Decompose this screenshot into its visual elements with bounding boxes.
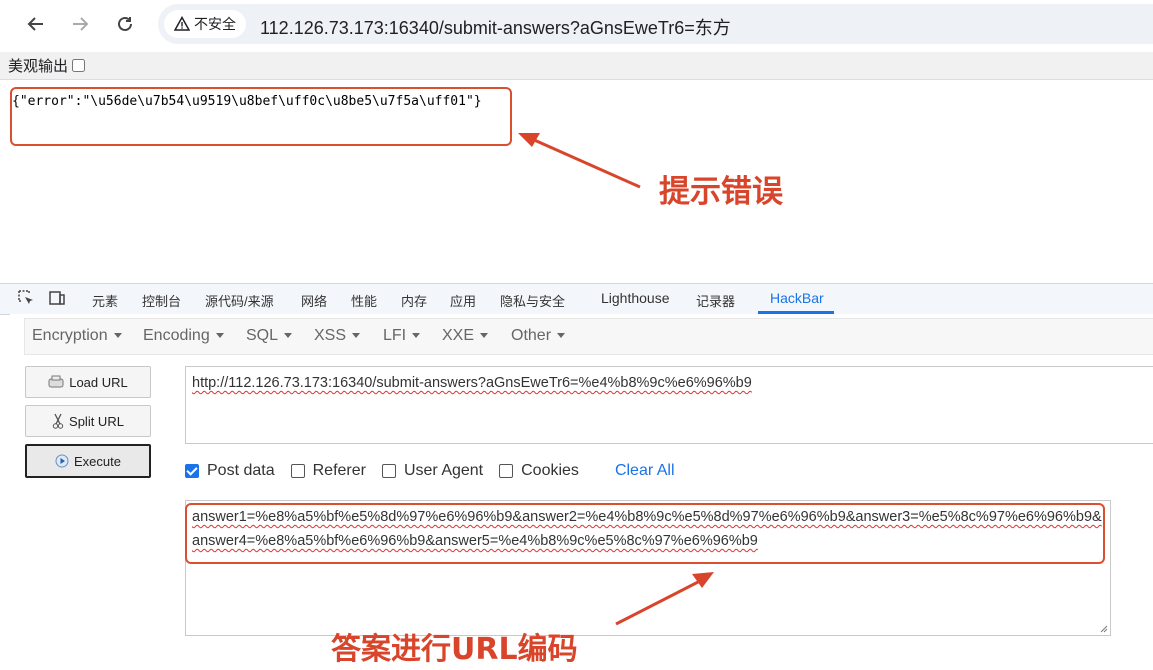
menu-lfi[interactable]: LFI bbox=[383, 327, 420, 345]
load-icon bbox=[48, 375, 64, 388]
referer-label: Referer bbox=[312, 462, 366, 479]
menu-xss[interactable]: XSS bbox=[314, 327, 360, 345]
back-arrow-icon bbox=[27, 17, 43, 31]
tab-privacy-security[interactable]: 隐私与安全 bbox=[500, 291, 565, 310]
url-text: 112.126.73.173:16340/submit-answers?aGns… bbox=[260, 18, 731, 38]
execute-label: Execute bbox=[74, 453, 121, 469]
load-url-button[interactable]: Load URL bbox=[25, 366, 151, 398]
tab-memory[interactable]: 内存 bbox=[401, 291, 427, 310]
menu-encryption[interactable]: Encryption bbox=[32, 327, 122, 345]
highlight-box-post-data bbox=[185, 503, 1105, 564]
forward-button[interactable] bbox=[66, 10, 94, 38]
cookies-label: Cookies bbox=[521, 462, 579, 479]
pretty-print-bar: 美观输出 bbox=[0, 52, 1153, 80]
reload-icon bbox=[118, 16, 132, 31]
tab-recorder[interactable]: 记录器 bbox=[696, 291, 735, 310]
resize-handle-icon[interactable] bbox=[1100, 625, 1108, 633]
annotation-arrow-2 bbox=[615, 572, 714, 626]
tab-application[interactable]: 应用 bbox=[450, 291, 476, 310]
clear-all-button[interactable]: Clear All bbox=[615, 462, 675, 480]
device-toolbar-icon[interactable] bbox=[48, 289, 66, 307]
tab-sources[interactable]: 源代码/来源 bbox=[205, 291, 274, 310]
annotation-error-hint: 提示错误 bbox=[659, 174, 783, 210]
split-url-button[interactable]: Split URL bbox=[25, 405, 151, 437]
browser-toolbar: 不安全 112.126.73.173:16340/submit-answers?… bbox=[0, 0, 1153, 50]
security-label: 不安全 bbox=[194, 16, 236, 32]
hackbar-menu: Encryption Encoding SQL XSS LFI XXE Othe… bbox=[24, 318, 1153, 355]
load-url-label: Load URL bbox=[69, 374, 128, 390]
annotation-encoding-hint: 答案进行URL编码 bbox=[331, 632, 578, 667]
tab-performance[interactable]: 性能 bbox=[351, 291, 377, 310]
reload-button[interactable] bbox=[111, 10, 139, 38]
url-textarea[interactable]: http://112.126.73.173:16340/submit-answe… bbox=[185, 366, 1153, 444]
split-url-label: Split URL bbox=[69, 413, 124, 429]
warning-icon bbox=[174, 16, 190, 31]
url-textarea-value: http://112.126.73.173:16340/submit-answe… bbox=[192, 375, 752, 391]
menu-encoding[interactable]: Encoding bbox=[143, 327, 224, 345]
devtools-tabbar: 元素 控制台 源代码/来源 网络 性能 内存 应用 隐私与安全 Lighthou… bbox=[0, 283, 1153, 315]
referer-toggle[interactable]: Referer bbox=[290, 462, 366, 480]
post-data-label: Post data bbox=[207, 462, 275, 479]
address-bar[interactable]: 不安全 112.126.73.173:16340/submit-answers?… bbox=[158, 4, 1153, 44]
request-options: Post data Referer User Agent Cookies Cle… bbox=[185, 462, 675, 480]
scissors-icon bbox=[52, 413, 64, 429]
annotation-arrow bbox=[518, 133, 641, 189]
user-agent-label: User Agent bbox=[403, 462, 484, 479]
pretty-print-label: 美观输出 bbox=[8, 58, 69, 75]
tab-elements[interactable]: 元素 bbox=[92, 291, 118, 310]
tab-hackbar[interactable]: HackBar bbox=[770, 290, 824, 306]
referer-checkbox[interactable] bbox=[290, 464, 305, 478]
menu-xxe[interactable]: XXE bbox=[442, 327, 488, 345]
cookies-checkbox[interactable] bbox=[499, 464, 514, 478]
play-icon bbox=[55, 454, 69, 468]
menu-other[interactable]: Other bbox=[511, 327, 565, 345]
post-data-toggle[interactable]: Post data bbox=[185, 462, 275, 480]
inspect-element-icon[interactable] bbox=[17, 289, 35, 307]
user-agent-checkbox[interactable] bbox=[381, 464, 396, 478]
post-data-checkbox[interactable] bbox=[185, 464, 199, 478]
menu-sql[interactable]: SQL bbox=[246, 327, 292, 345]
security-indicator[interactable]: 不安全 bbox=[164, 10, 246, 38]
cookies-toggle[interactable]: Cookies bbox=[499, 462, 579, 480]
tab-console[interactable]: 控制台 bbox=[142, 291, 181, 310]
tab-lighthouse[interactable]: Lighthouse bbox=[601, 290, 670, 306]
pretty-print-checkbox[interactable] bbox=[72, 59, 86, 72]
user-agent-toggle[interactable]: User Agent bbox=[381, 462, 484, 480]
execute-button[interactable]: Execute bbox=[25, 444, 151, 478]
back-button[interactable] bbox=[22, 10, 50, 38]
highlight-box-response bbox=[10, 87, 512, 146]
tab-network[interactable]: 网络 bbox=[301, 291, 327, 310]
forward-arrow-icon bbox=[73, 17, 89, 31]
